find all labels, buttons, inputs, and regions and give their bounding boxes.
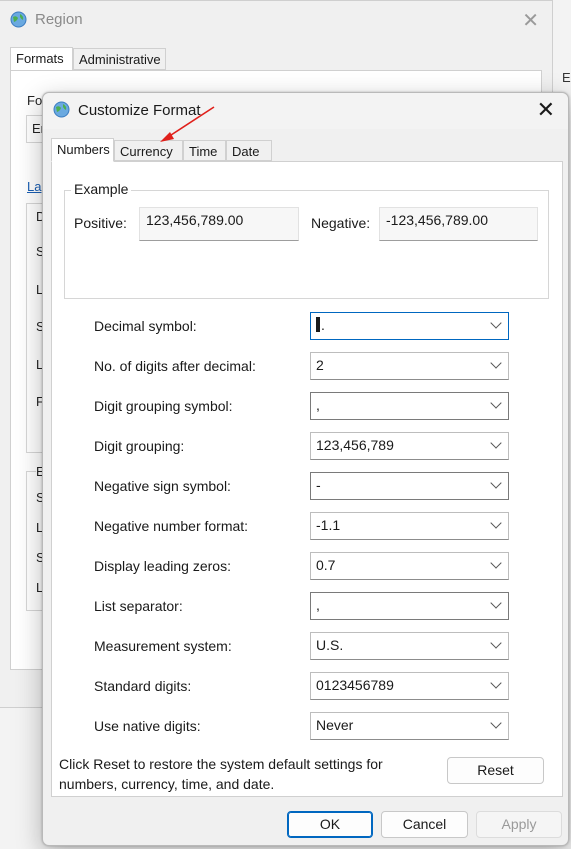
reset-button[interactable]: Reset <box>447 757 544 784</box>
negative-label: Negative: <box>311 215 371 231</box>
globe-icon <box>53 101 70 118</box>
numbers-tab-panel: Example Positive: 123,456,789.00 Negativ… <box>51 161 563 797</box>
chevron-down-icon[interactable] <box>490 717 502 729</box>
tab-date[interactable]: Date <box>226 140 272 161</box>
example-group: Example Positive: 123,456,789.00 Negativ… <box>64 181 549 299</box>
region-tab-formats[interactable]: Formats <box>10 47 73 71</box>
digit-grouping-label: Digit grouping: <box>94 438 185 454</box>
negative-example-value: -123,456,789.00 <box>379 207 538 241</box>
chevron-down-icon[interactable] <box>490 477 502 489</box>
measurement-system-label: Measurement system: <box>94 638 232 654</box>
text-cursor <box>316 317 320 332</box>
positive-example-value: 123,456,789.00 <box>139 207 299 241</box>
leading-zeros-label: Display leading zeros: <box>94 558 231 574</box>
chevron-down-icon[interactable] <box>490 637 502 649</box>
ok-button[interactable]: OK <box>287 811 373 838</box>
chevron-down-icon[interactable] <box>490 317 502 329</box>
region-close-icon[interactable]: ✕ <box>522 8 539 33</box>
list-separator-label: List separator: <box>94 598 183 614</box>
example-legend: Example <box>71 181 132 197</box>
measurement-system-select[interactable]: U.S. <box>310 632 509 660</box>
region-format-label: Fo <box>27 93 43 108</box>
chevron-down-icon[interactable] <box>490 517 502 529</box>
tab-strip: Numbers Currency Time Date <box>51 138 563 162</box>
leading-zeros-select[interactable]: 0.7 <box>310 552 509 580</box>
digits-after-decimal-label: No. of digits after decimal: <box>94 358 256 374</box>
customize-format-dialog: Customize Format ✕ Numbers Currency Time… <box>42 92 569 846</box>
digits-after-decimal-select[interactable]: 2 <box>310 352 509 380</box>
reset-info-text: Click Reset to restore the system defaul… <box>59 756 383 792</box>
close-icon[interactable]: ✕ <box>537 97 555 123</box>
positive-label: Positive: <box>74 215 127 231</box>
native-digits-label: Use native digits: <box>94 718 201 734</box>
list-separator-combo[interactable]: , <box>310 592 509 620</box>
tab-time[interactable]: Time <box>183 140 226 161</box>
negative-number-format-select[interactable]: -1.1 <box>310 512 509 540</box>
native-digits-select[interactable]: Never <box>310 712 509 740</box>
apply-button: Apply <box>476 811 562 838</box>
decimal-symbol-combo[interactable]: . <box>310 312 509 340</box>
negative-number-format-label: Negative number format: <box>94 518 249 534</box>
chevron-down-icon[interactable] <box>490 597 502 609</box>
background-window-partial-text: E <box>562 70 571 85</box>
region-title: Region <box>35 11 83 28</box>
region-titlebar: Region ✕ <box>0 1 552 41</box>
negative-sign-symbol-label: Negative sign symbol: <box>94 478 231 494</box>
dialog-titlebar: Customize Format ✕ <box>43 93 568 129</box>
negative-sign-symbol-combo[interactable]: - <box>310 472 509 500</box>
region-language-link[interactable]: La <box>27 179 41 194</box>
region-tab-administrative[interactable]: Administrative <box>73 48 166 70</box>
globe-icon <box>10 11 27 28</box>
standard-digits-select[interactable]: 0123456789 <box>310 672 509 700</box>
chevron-down-icon[interactable] <box>490 557 502 569</box>
dialog-title: Customize Format <box>78 102 201 119</box>
tab-numbers[interactable]: Numbers <box>51 138 114 162</box>
chevron-down-icon[interactable] <box>490 677 502 689</box>
chevron-down-icon[interactable] <box>490 437 502 449</box>
digit-grouping-symbol-combo[interactable]: , <box>310 392 509 420</box>
standard-digits-label: Standard digits: <box>94 678 192 694</box>
chevron-down-icon[interactable] <box>490 357 502 369</box>
tab-currency[interactable]: Currency <box>114 140 183 161</box>
cancel-button[interactable]: Cancel <box>381 811 468 838</box>
chevron-down-icon[interactable] <box>490 397 502 409</box>
digit-grouping-symbol-label: Digit grouping symbol: <box>94 398 233 414</box>
decimal-symbol-label: Decimal symbol: <box>94 318 197 334</box>
digit-grouping-select[interactable]: 123,456,789 <box>310 432 509 460</box>
